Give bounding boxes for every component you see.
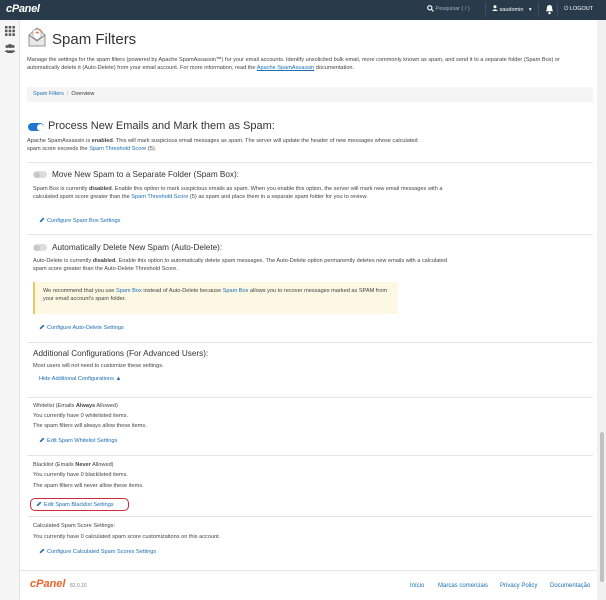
search-placeholder: Pesquisar ( / ) bbox=[435, 6, 470, 12]
pencil-icon bbox=[36, 501, 42, 507]
configure-calculated-spam-scores-label: Configure Calculated Spam Scores Setting… bbox=[47, 549, 157, 555]
configure-calculated-spam-scores-link[interactable]: Configure Calculated Spam Scores Setting… bbox=[39, 548, 156, 555]
blacklist-title: Blacklist (Emails Never Allowed) bbox=[33, 462, 114, 468]
footer-link-inicio[interactable]: Início bbox=[410, 583, 424, 589]
footer: cPanel 82.0.16 Início Marcas comerciais … bbox=[20, 570, 597, 600]
search-input[interactable]: Pesquisar ( / ) bbox=[427, 5, 479, 15]
hide-additional-configurations-label: Hide Additional Configurations bbox=[39, 376, 114, 382]
logout-button[interactable]: ⏻ LOGOUT bbox=[564, 6, 593, 13]
spam-box-section: Move New Spam to a Separate Folder (Spam… bbox=[27, 162, 593, 236]
chevron-up-icon: ▲ bbox=[115, 376, 122, 382]
edit-spam-whitelist-link[interactable]: Edit Spam Whitelist Settings bbox=[39, 437, 117, 444]
version-number: 82.0.16 bbox=[70, 583, 87, 589]
spam-box-recommendation-alert: We recommend that you use Spam Box inste… bbox=[33, 282, 398, 314]
configure-spam-box-label: Configure Spam Box Settings bbox=[47, 218, 121, 224]
breadcrumb-divider: / bbox=[66, 91, 69, 97]
additional-configurations-description: Most users will not need to customize th… bbox=[33, 363, 164, 369]
process-spam-description: Apache SpamAssassin is enabled. This wil… bbox=[27, 138, 418, 152]
edit-spam-blacklist-label: Edit Spam Blacklist Settings bbox=[44, 502, 114, 508]
pencil-icon bbox=[39, 548, 45, 554]
whitelist-section: Whitelist (Emails Always Allowed) You cu… bbox=[27, 397, 593, 455]
footer-link-trademarks[interactable]: Marcas comerciais bbox=[438, 583, 488, 589]
process-spam-heading: Process New Emails and Mark them as Spam… bbox=[48, 120, 275, 132]
breadcrumb-current: Overview bbox=[71, 91, 95, 97]
grid-icon[interactable] bbox=[5, 26, 15, 36]
spam-box-heading: Move New Spam to a Separate Folder (Spam… bbox=[52, 170, 240, 179]
additional-configurations-heading: Additional Configurations (For Advanced … bbox=[33, 349, 209, 358]
process-spam-toggle[interactable] bbox=[28, 123, 44, 131]
page-title: Spam Filters bbox=[52, 31, 137, 48]
spam-filter-envelope-icon bbox=[28, 27, 46, 47]
configure-auto-delete-link[interactable]: Configure Auto-Delete Settings bbox=[39, 324, 124, 331]
spam-threshold-link[interactable]: Spam Threshold Score bbox=[89, 146, 146, 152]
logout-label: LOGOUT bbox=[569, 6, 594, 12]
spam-threshold-link[interactable]: Spam Threshold Score bbox=[131, 194, 188, 200]
auto-delete-section: Automatically Delete New Spam (Auto-Dele… bbox=[27, 234, 593, 342]
breadcrumb-spam-filters[interactable]: Spam Filters bbox=[33, 91, 64, 97]
edit-spam-whitelist-label: Edit Spam Whitelist Settings bbox=[47, 438, 118, 444]
whitelist-title: Whitelist (Emails Always Allowed) bbox=[33, 403, 118, 409]
spam-box-link[interactable]: Spam Box bbox=[223, 288, 249, 294]
search-icon bbox=[427, 5, 434, 12]
edit-spam-blacklist-link[interactable]: Edit Spam Blacklist Settings bbox=[36, 501, 114, 508]
calculated-spam-score-section: Calculated Spam Score Settings: You curr… bbox=[27, 516, 593, 562]
auto-delete-toggle[interactable] bbox=[33, 244, 47, 251]
spam-box-description: Spam Box is currently disabled. Enable t… bbox=[33, 186, 443, 200]
power-icon: ⏻ bbox=[564, 6, 569, 12]
divider bbox=[557, 3, 558, 17]
divider bbox=[538, 3, 539, 17]
hide-additional-configurations-link[interactable]: Hide Additional Configurations ▲ bbox=[39, 376, 121, 382]
top-bar: cPanel Pesquisar ( / ) saudomin ▾ ⏻ LOGO… bbox=[0, 0, 606, 20]
breadcrumb: Spam Filters / Overview bbox=[27, 87, 593, 102]
configure-spam-box-link[interactable]: Configure Spam Box Settings bbox=[39, 217, 120, 224]
calculated-spam-score-title: Calculated Spam Score Settings: bbox=[33, 523, 116, 529]
spamassassin-doc-link[interactable]: Apache SpamAssassin bbox=[257, 65, 315, 71]
pencil-icon bbox=[39, 324, 45, 330]
scrollbar-thumb[interactable] bbox=[600, 432, 604, 582]
pencil-icon bbox=[39, 217, 45, 223]
footer-link-documentation[interactable]: Documentação bbox=[550, 583, 590, 589]
spam-box-toggle[interactable] bbox=[33, 171, 47, 178]
spam-box-link[interactable]: Spam Box bbox=[116, 288, 142, 294]
cpanel-logo[interactable]: cPanel bbox=[6, 3, 40, 15]
user-menu[interactable]: saudomin ▾ bbox=[492, 5, 532, 13]
footer-cpanel-logo[interactable]: cPanel bbox=[30, 578, 65, 590]
whitelist-note: The spam filters will always allow these… bbox=[33, 423, 147, 429]
divider bbox=[485, 3, 486, 17]
blacklist-section: Blacklist (Emails Never Allowed) You cur… bbox=[27, 455, 593, 517]
auto-delete-description: Auto-Delete is currently disabled. Enabl… bbox=[33, 258, 448, 272]
username: saudomin bbox=[499, 7, 524, 13]
blacklist-note: The spam filters will never allow these … bbox=[33, 483, 144, 489]
whitelist-count: You currently have 0 whitelisted items. bbox=[33, 413, 128, 419]
users-icon[interactable] bbox=[4, 44, 16, 53]
configure-auto-delete-label: Configure Auto-Delete Settings bbox=[47, 325, 124, 331]
user-icon bbox=[492, 5, 498, 11]
left-sidebar bbox=[0, 20, 20, 600]
additional-configurations-section: Additional Configurations (For Advanced … bbox=[27, 342, 593, 398]
calculated-spam-score-count: You currently have 0 calculated spam sco… bbox=[33, 534, 221, 540]
pencil-icon bbox=[39, 437, 45, 443]
footer-link-privacy-policy[interactable]: Privacy Policy bbox=[500, 583, 537, 589]
auto-delete-heading: Automatically Delete New Spam (Auto-Dele… bbox=[52, 243, 223, 252]
chevron-down-icon: ▾ bbox=[528, 7, 532, 13]
bell-icon[interactable] bbox=[545, 4, 554, 15]
intro-text: Manage the settings for the spam filters… bbox=[27, 57, 560, 71]
blacklist-count: You currently have 0 blacklisted items. bbox=[33, 472, 128, 478]
